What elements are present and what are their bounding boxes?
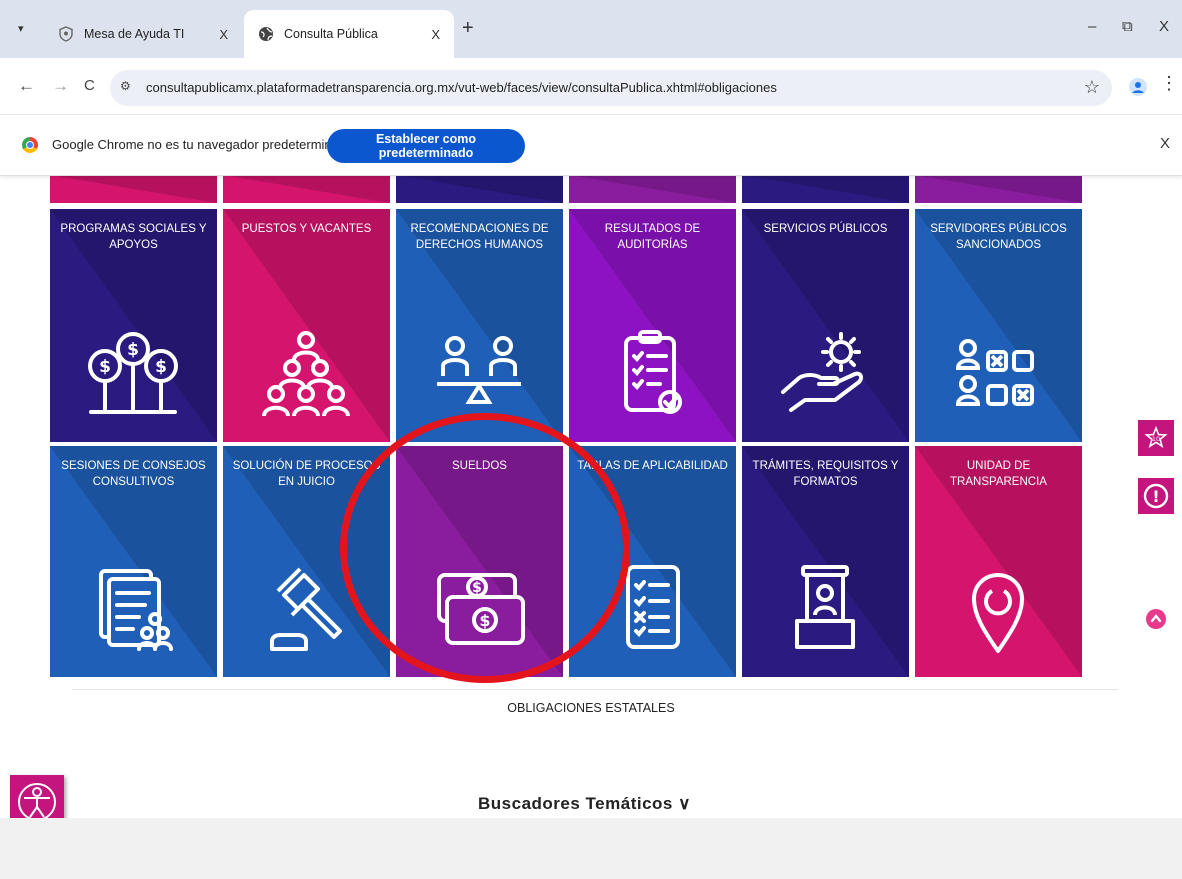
minimize-button[interactable]: – (1088, 18, 1096, 35)
close-window-button[interactable]: X (1159, 18, 1169, 35)
tab-strip: ▾ Mesa de Ayuda TI X Consulta Pública X … (0, 0, 1182, 58)
tile-label: SESIONES DE CONSEJOS CONSULTIVOS (61, 460, 206, 488)
set-default-button[interactable]: Establecer como predeterminado (327, 129, 525, 163)
tab-consulta-publica[interactable]: Consulta Pública X (244, 10, 454, 58)
bookmark-star-icon[interactable]: ☆ (1084, 77, 1100, 98)
divider (72, 689, 1118, 690)
globe-icon (259, 27, 273, 41)
tile-recomendaciones-ddhh[interactable]: RECOMENDACIONES DE DERECHOS HUMANOS (396, 209, 563, 442)
tile-tramites-requisitos[interactable]: TRÁMITES, REQUISITOS Y FORMATOS (742, 446, 909, 677)
tile-partial[interactable] (742, 175, 909, 203)
tile-label: SUELDOS (452, 460, 507, 472)
tile-servidores-sancionados[interactable]: SERVIDORES PÚBLICOS SANCIONADOS (915, 209, 1082, 442)
tile-puestos-vacantes[interactable]: PUESTOS Y VACANTES (223, 209, 390, 442)
clipboard-check-icon (624, 330, 682, 414)
browser-toolbar: ← → C ⚙ consultapublicamx.plataformadetr… (0, 58, 1182, 115)
tile-sesiones-consejos[interactable]: SESIONES DE CONSEJOS CONSULTIVOS (50, 446, 217, 677)
tab-mesa-de-ayuda[interactable]: Mesa de Ayuda TI X (44, 10, 242, 58)
tile-servicios-publicos[interactable]: SERVICIOS PÚBLICOS (742, 209, 909, 442)
tile-programas-sociales[interactable]: PROGRAMAS SOCIALES Y APOYOS $ $ $ (50, 209, 217, 442)
star-badge-icon: 10 (1144, 426, 1168, 449)
tile-resultados-auditorias[interactable]: RESULTADOS DE AUDITORÍAS (569, 209, 736, 442)
default-browser-infobar: Google Chrome no es tu navegador predete… (0, 115, 1182, 176)
tile-partial[interactable] (569, 175, 736, 203)
svg-text:$: $ (155, 357, 167, 377)
tile-label: PROGRAMAS SOCIALES Y APOYOS (60, 223, 207, 251)
buscadores-tematicos-toggle[interactable]: Buscadores Temáticos ∨ (478, 794, 691, 814)
tile-label: TRÁMITES, REQUISITOS Y FORMATOS (752, 460, 899, 488)
url-text[interactable]: consultapublicamx.plataformadetransparen… (146, 80, 777, 95)
forward-button[interactable]: → (52, 76, 69, 96)
chrome-menu-icon[interactable]: ⋮ (1160, 73, 1178, 94)
infobar-close-icon[interactable]: X (1160, 135, 1170, 152)
people-group-icon (262, 331, 350, 417)
tab-title: Mesa de Ayuda TI (84, 27, 185, 41)
tile-label: SERVIDORES PÚBLICOS SANCIONADOS (930, 223, 1067, 251)
alert-circle-icon: ! (1143, 483, 1169, 509)
tile-label: SERVICIOS PÚBLICOS (763, 223, 888, 235)
alert-button[interactable]: ! (1138, 478, 1174, 514)
tile-label: RECOMENDACIONES DE DERECHOS HUMANOS (410, 223, 549, 251)
service-window-icon (795, 565, 855, 649)
profile-avatar-icon[interactable] (1129, 78, 1147, 96)
tile-partial[interactable] (915, 175, 1082, 203)
tile-label: UNIDAD DE TRANSPARENCIA (950, 460, 1047, 488)
infobar-message: Google Chrome no es tu navegador predete… (52, 137, 354, 152)
balance-people-icon (437, 336, 521, 404)
svg-text:$: $ (472, 580, 482, 596)
tile-label: TABLAS DE APLICABILIDAD (577, 460, 728, 472)
checklist-icon (626, 565, 680, 649)
tile-label: PUESTOS Y VACANTES (241, 223, 372, 235)
back-button[interactable]: ← (18, 76, 35, 96)
tab-close-icon[interactable]: X (431, 27, 440, 42)
svg-text:$: $ (127, 340, 139, 360)
location-pin-icon (972, 573, 1024, 653)
chevron-up-icon (1150, 614, 1162, 623)
svg-text:$: $ (99, 357, 111, 377)
tab-title: Consulta Pública (284, 27, 378, 41)
documents-people-icon (99, 569, 173, 651)
new-tab-button[interactable]: + (462, 18, 474, 38)
money-tree-icon: $ $ $ (88, 332, 178, 414)
alert-label: ! (1152, 487, 1159, 506)
scroll-top-button[interactable] (1146, 609, 1166, 629)
svg-text:$: $ (479, 611, 490, 630)
address-bar[interactable]: ⚙ consultapublicamx.plataformadetranspar… (110, 70, 1112, 106)
tile-tablas-aplicabilidad[interactable]: TABLAS DE APLICABILIDAD (569, 446, 736, 677)
tile-partial[interactable] (396, 175, 563, 203)
tab-search-chevron-icon[interactable]: ▾ (18, 22, 32, 36)
tile-unidad-transparencia[interactable]: UNIDAD DE TRANSPARENCIA (915, 446, 1082, 677)
chrome-logo-icon (22, 137, 38, 153)
hand-gear-icon (781, 332, 864, 412)
banknotes-icon: $ $ (437, 573, 525, 645)
top10-label: 10 (1152, 435, 1160, 443)
tile-partial[interactable] (50, 175, 217, 203)
site-settings-icon[interactable]: ⚙ (120, 79, 138, 97)
top10-button[interactable]: 10 (1138, 420, 1174, 456)
reload-button[interactable]: C (84, 77, 95, 94)
tile-partial[interactable] (223, 175, 390, 203)
tile-label: SOLUCIÓN DE PROCESOS EN JUICIO (232, 460, 381, 488)
restore-button[interactable]: ⧉ (1122, 18, 1133, 35)
bottom-band (0, 818, 1182, 879)
tile-label: RESULTADOS DE AUDITORÍAS (604, 223, 701, 251)
tile-sueldos[interactable]: SUELDOS $ $ (396, 446, 563, 677)
shield-icon (59, 26, 73, 42)
tile-solucion-procesos[interactable]: SOLUCIÓN DE PROCESOS EN JUICIO (223, 446, 390, 677)
tab-close-icon[interactable]: X (219, 27, 228, 42)
gavel-icon (270, 567, 342, 651)
sanctioned-people-icon (955, 339, 1034, 406)
section-title[interactable]: OBLIGACIONES ESTATALES (0, 701, 1182, 715)
